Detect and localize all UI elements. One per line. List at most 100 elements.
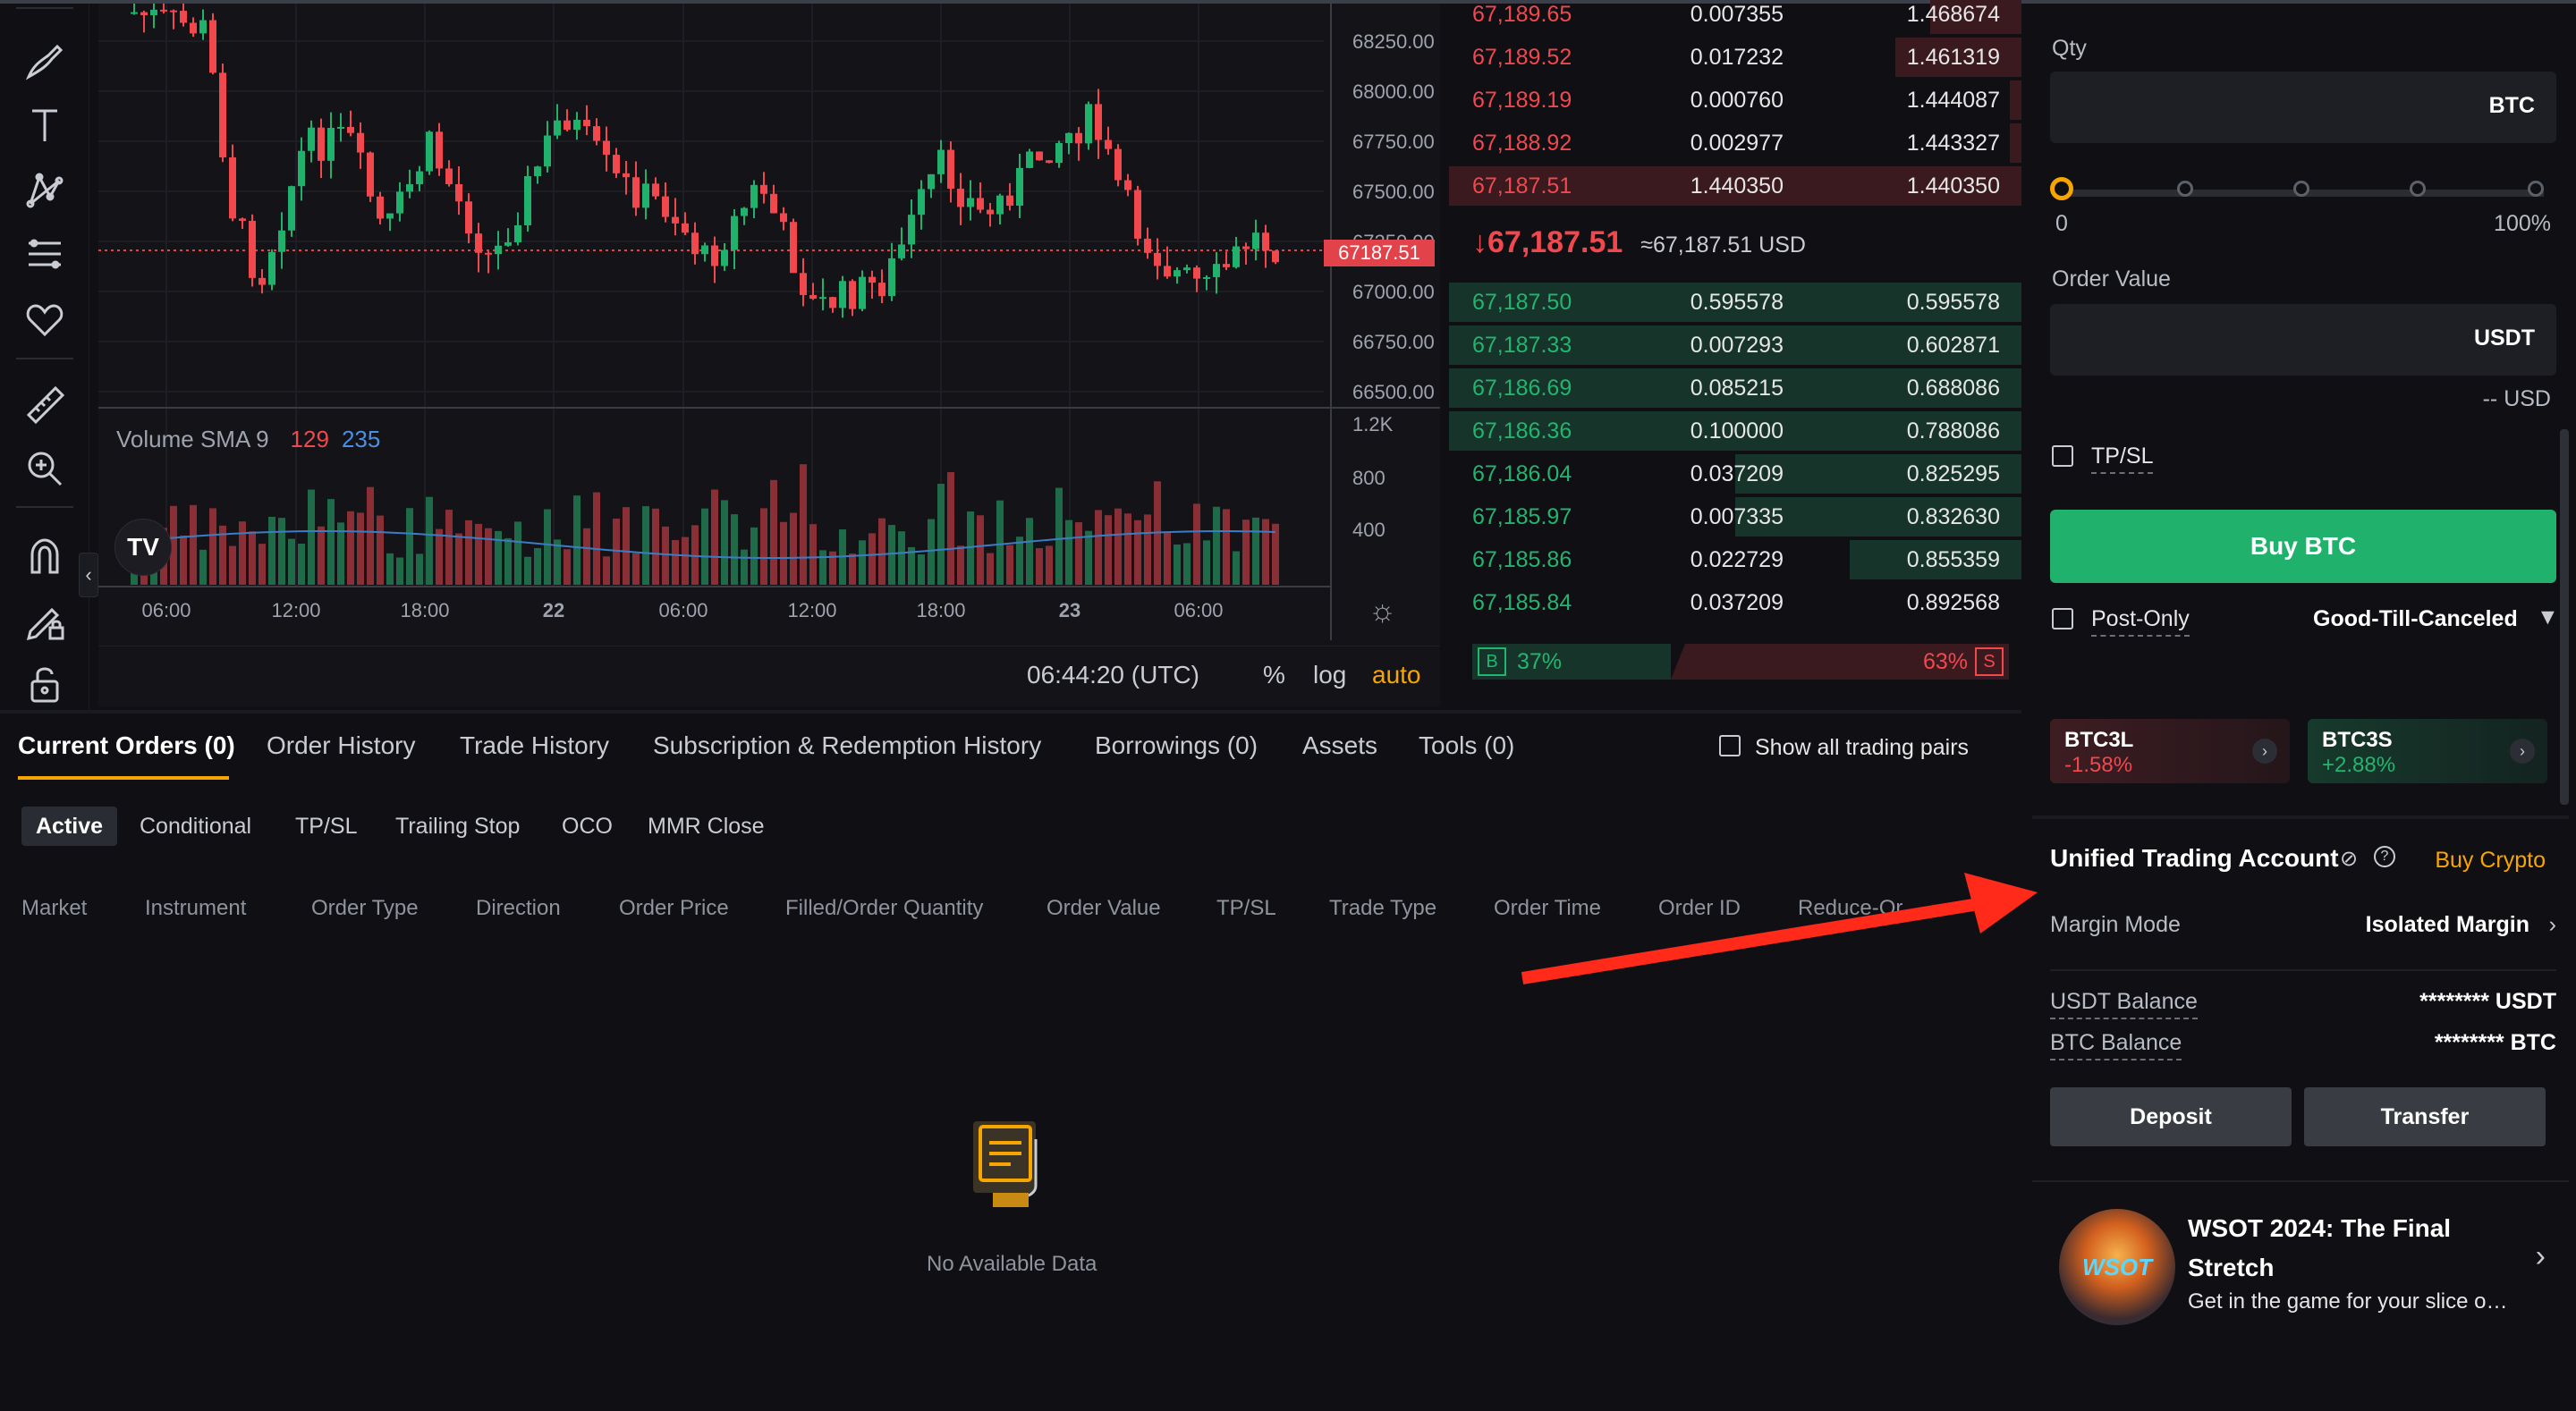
tab-current-orders[interactable]: Current Orders (0) — [18, 731, 235, 760]
chart-settings-gear-icon[interactable]: ☼ — [1368, 594, 1396, 629]
depth-bar — [2010, 123, 2021, 163]
fib-levels-icon[interactable] — [18, 227, 72, 281]
ask-row[interactable]: 67,189.19 0.000760 1.444087 — [1449, 79, 2021, 122]
buy-btc-button[interactable]: Buy BTC — [2050, 510, 2556, 583]
tpsl-label[interactable]: TP/SL — [2091, 444, 2154, 474]
bid-row[interactable]: 67,186.36 0.100000 0.788086 — [1449, 410, 2021, 452]
auto-scale-toggle[interactable]: auto — [1372, 661, 1421, 689]
volume-bar — [308, 489, 315, 585]
leveraged-token-card-btc3s[interactable]: BTC3S +2.88% › — [2308, 719, 2547, 783]
hide-balance-eye-icon[interactable]: ⊘ — [2340, 846, 2358, 872]
bid-row[interactable]: 67,186.69 0.085215 0.688086 — [1449, 367, 2021, 410]
bid-row[interactable]: 67,186.04 0.037209 0.825295 — [1449, 452, 2021, 495]
ask-row[interactable]: 67,189.65 0.007355 1.468674 — [1449, 0, 2021, 36]
volume-bar — [465, 520, 472, 585]
subtab-oco[interactable]: OCO — [562, 807, 613, 846]
candlestick-chart-canvas[interactable]: 68250.0068000.0067750.0067500.0067250.00… — [98, 4, 1440, 647]
bid-row[interactable]: 67,187.33 0.007293 0.602871 — [1449, 324, 2021, 367]
magnet-icon[interactable] — [18, 529, 72, 583]
utc-clock[interactable]: 06:44:20 (UTC) — [1027, 661, 1199, 689]
unlock-icon[interactable] — [18, 656, 72, 710]
brush-icon[interactable] — [18, 34, 72, 88]
help-icon[interactable]: ? — [2374, 846, 2395, 867]
margin-mode-value[interactable]: Isolated Margin — [2366, 912, 2529, 938]
promo-banner[interactable]: WSOT WSOT 2024: The Final Stretch Get in… — [2032, 1180, 2569, 1404]
bid-row[interactable]: 67,185.97 0.007335 0.832630 — [1449, 495, 2021, 538]
chevron-right-icon[interactable]: › — [2536, 1239, 2546, 1274]
buy-crypto-link[interactable]: Buy Crypto — [2435, 848, 2546, 874]
post-only-label[interactable]: Post-Only — [2091, 606, 2190, 637]
column-header[interactable]: Order ID — [1658, 896, 1741, 921]
slider-handle[interactable] — [2050, 177, 2073, 200]
log-scale-toggle[interactable]: log — [1313, 661, 1346, 689]
leveraged-token-card-btc3l[interactable]: BTC3L -1.58% › — [2050, 719, 2290, 783]
bid-row[interactable]: 67,187.50 0.595578 0.595578 — [1449, 281, 2021, 324]
column-header[interactable]: TP/SL — [1216, 896, 1276, 921]
pattern-icon[interactable] — [18, 163, 72, 216]
time-in-force-select[interactable]: Good-Till-Canceled — [2313, 606, 2518, 632]
text-icon[interactable] — [18, 98, 72, 152]
ask-row[interactable]: 67,188.92 0.002977 1.443327 — [1449, 122, 2021, 165]
tab-assets[interactable]: Assets — [1302, 731, 1377, 760]
collapse-toolbar-button[interactable]: ‹ — [79, 553, 98, 597]
tab-tools[interactable]: Tools (0) — [1419, 731, 1514, 760]
volume-legend-value-2: 235 — [341, 426, 381, 452]
subtab-mmr-close[interactable]: MMR Close — [648, 807, 765, 846]
slider-step-25[interactable] — [2177, 181, 2193, 197]
show-all-pairs-toggle[interactable]: Show all trading pairs — [1719, 735, 1969, 761]
transfer-button[interactable]: Transfer — [2304, 1087, 2546, 1146]
column-header[interactable]: Order Time — [1494, 896, 1601, 921]
order-value-input[interactable]: USDT — [2050, 304, 2556, 376]
price-chart[interactable]: 68250.0068000.0067750.0067500.0067250.00… — [98, 4, 1440, 706]
deposit-button[interactable]: Deposit — [2050, 1087, 2292, 1146]
qty-input[interactable]: BTC — [2050, 72, 2556, 143]
column-header[interactable]: Market — [21, 896, 87, 921]
zoom-in-icon[interactable] — [18, 442, 72, 495]
volume-bar — [1164, 532, 1171, 585]
column-header[interactable]: Order Value — [1046, 896, 1161, 921]
bid-row[interactable]: 67,185.86 0.022729 0.855359 — [1449, 538, 2021, 581]
candle-body — [790, 222, 797, 274]
trade-panel-scrollbar[interactable] — [2560, 429, 2569, 805]
ruler-icon[interactable] — [18, 377, 72, 431]
volume-bar — [898, 531, 905, 585]
column-header[interactable]: Order Price — [619, 896, 729, 921]
percent-scale-toggle[interactable]: % — [1263, 661, 1285, 689]
tab-subscription-redemption-history[interactable]: Subscription & Redemption History — [653, 731, 1041, 760]
column-header[interactable]: Trade Type — [1329, 896, 1436, 921]
show-all-pairs-checkbox[interactable] — [1719, 735, 1741, 756]
order-book-mid-price: ↓67,187.51 ≈67,187.51 USD — [1472, 225, 1806, 260]
volume-bar — [987, 553, 994, 585]
subtab-tpsl[interactable]: TP/SL — [295, 807, 357, 846]
dropdown-caret-icon[interactable]: ▼ — [2537, 604, 2559, 630]
candle-body — [495, 245, 502, 255]
favorites-heart-icon[interactable] — [18, 291, 72, 345]
tpsl-checkbox[interactable] — [2052, 445, 2073, 467]
column-header[interactable]: Order Type — [311, 896, 419, 921]
tradingview-logo[interactable]: TV — [114, 519, 172, 576]
lock-drawing-icon[interactable] — [18, 594, 72, 647]
subtab-conditional[interactable]: Conditional — [140, 807, 251, 846]
column-header[interactable]: Direction — [476, 896, 561, 921]
ask-row[interactable]: 67,189.52 0.017232 1.461319 — [1449, 36, 2021, 79]
subtab-active[interactable]: Active — [21, 807, 118, 846]
column-header[interactable]: Reduce-Or — [1798, 896, 1905, 921]
tab-order-history[interactable]: Order History — [267, 731, 415, 760]
tab-borrowings[interactable]: Borrowings (0) — [1095, 731, 1258, 760]
tab-trade-history[interactable]: Trade History — [460, 731, 609, 760]
qty-slider[interactable] — [2050, 177, 2544, 200]
column-header[interactable]: Filled/Order Quantity — [785, 896, 983, 921]
post-only-checkbox[interactable] — [2052, 608, 2073, 629]
column-header[interactable]: Instrument — [145, 896, 246, 921]
candle-body — [613, 155, 620, 173]
slider-step-100[interactable] — [2528, 181, 2544, 197]
candle-body — [1016, 167, 1023, 206]
ask-row[interactable]: 67,187.51 1.440350 1.440350 — [1449, 165, 2021, 207]
price-axis-label: 68250.00 — [1352, 30, 1435, 53]
slider-step-75[interactable] — [2410, 181, 2426, 197]
slider-step-50[interactable] — [2293, 181, 2309, 197]
bid-row[interactable]: 67,185.84 0.037209 0.892568 — [1449, 581, 2021, 624]
volume-bar — [1183, 543, 1191, 585]
subtab-trailing-stop[interactable]: Trailing Stop — [395, 807, 520, 846]
volume-bar — [229, 545, 236, 585]
